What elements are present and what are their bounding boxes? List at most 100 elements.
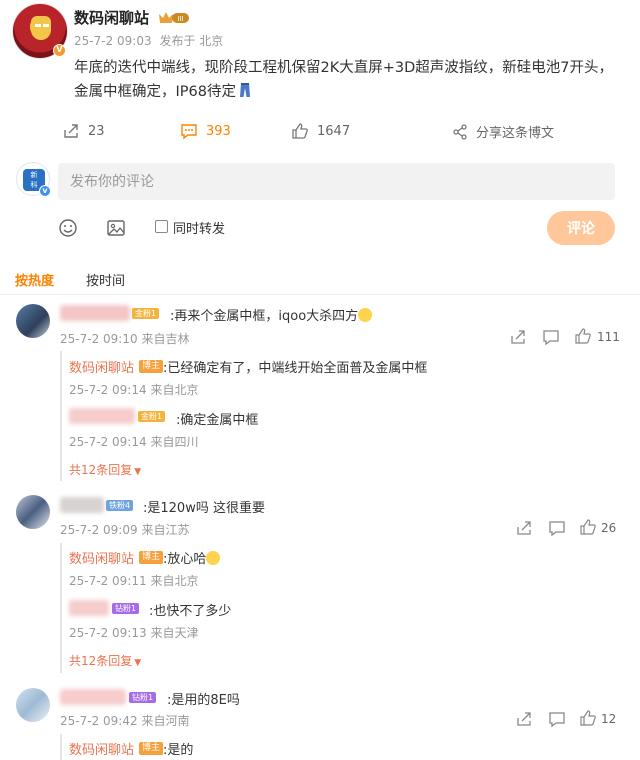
reply-thread-bar [60, 351, 62, 481]
repost-count: 23 [88, 123, 105, 139]
share-post-button[interactable]: 分享这条博文 [452, 122, 554, 141]
reply-text: :已经确定有了，中端线开始全面普及金属中框 [163, 361, 428, 376]
share-icon [64, 124, 78, 138]
reply-thread-bar [60, 734, 62, 760]
like-icon[interactable] [575, 328, 591, 344]
reply-icon[interactable] [543, 329, 559, 345]
like-button[interactable]: 1647 [291, 122, 350, 140]
reply-location: 来自四川 [150, 435, 199, 449]
commenter-avatar[interactable] [16, 688, 50, 722]
more-replies-label: 共12条回复 [69, 654, 133, 668]
share-icon[interactable] [516, 711, 532, 727]
blogger-tag: 博主 [139, 742, 164, 755]
mask-eye-left [35, 24, 41, 27]
reply-icon[interactable] [549, 520, 565, 536]
comment-text: :再来个金属中框，iqoo大杀四方 [170, 305, 373, 324]
reply-meta: 25-7-2 09:13 来自天津 [69, 624, 198, 641]
fan-level-badge: 铁粉4 [106, 500, 134, 511]
post-date: 25-7-2 09:03 [74, 34, 152, 48]
reply-text-content: :放心哈 [163, 552, 207, 567]
comment-count: 393 [206, 123, 231, 139]
post-location: 发布于 北京 [159, 34, 224, 48]
reply-meta: 25-7-2 09:14 来自北京 [69, 381, 198, 398]
divider [0, 294, 640, 295]
reply-meta: 25-7-2 09:14 来自四川 [69, 433, 198, 450]
reply-time: 25-7-2 09:14 [69, 435, 147, 449]
commenter-avatar[interactable] [16, 495, 50, 529]
forward-icon [453, 123, 467, 140]
commenter-avatar[interactable] [16, 304, 50, 338]
reply-time: 25-7-2 09:14 [69, 383, 147, 397]
image-icon[interactable] [106, 218, 126, 238]
mask-eye-right [43, 24, 49, 27]
view-more-replies-link[interactable]: 共12条回复 ▼ [69, 461, 141, 478]
svg-text:III: III [177, 15, 183, 23]
reply-location: 来自天津 [150, 626, 199, 640]
emoji-icon[interactable] [58, 218, 78, 238]
like-icon [292, 123, 308, 139]
like-icon[interactable] [580, 519, 596, 535]
cat-face-emoji-icon [358, 308, 373, 322]
commenter-name-redacted[interactable] [60, 497, 104, 513]
reply-text: :放心哈 [163, 548, 221, 567]
comment-meta: 25-7-2 09:09 来自江苏 [60, 521, 189, 538]
post-meta: 25-7-2 09:03 发布于 北京 [74, 32, 223, 49]
repost-checkbox-label[interactable]: 同时转发 [173, 218, 225, 237]
blogger-tag: 博主 [139, 360, 164, 373]
fan-level-badge: 金粉1 [132, 308, 160, 319]
comment-time: 25-7-2 09:09 [60, 523, 138, 537]
smile-emoji-icon [206, 551, 221, 565]
comment-location: 来自江苏 [141, 523, 190, 537]
sort-by-hot-tab[interactable]: 按热度 [15, 270, 54, 289]
reply-meta: 25-7-2 09:11 来自北京 [69, 572, 198, 589]
comment-meta: 25-7-2 09:10 来自吉林 [60, 330, 189, 347]
comment-meta: 25-7-2 09:42 来自河南 [60, 712, 189, 729]
reply-time: 25-7-2 09:11 [69, 574, 147, 588]
submit-comment-button[interactable]: 评论 [547, 211, 615, 245]
comment-text: :是120w吗 这很重要 [143, 501, 265, 516]
reply-author-name-redacted[interactable] [69, 600, 109, 616]
reply-author-name[interactable]: 数码闲聊站 [69, 548, 134, 567]
share-label: 分享这条博文 [476, 126, 555, 141]
reply-thread-bar [60, 543, 62, 673]
comment-input[interactable] [58, 163, 615, 200]
like-count: 1647 [317, 123, 351, 139]
share-icon[interactable] [510, 329, 526, 345]
jeans-emoji-icon [239, 83, 250, 97]
reply-location: 来自北京 [150, 383, 199, 397]
reply-text: :是的 [163, 743, 194, 758]
comment-location: 来自河南 [141, 714, 190, 728]
fan-level-badge: 钻粉1 [129, 692, 157, 703]
sort-by-time-tab[interactable]: 按时间 [86, 270, 125, 289]
fan-level-badge: 钻粉1 [112, 603, 140, 614]
reply-location: 来自北京 [150, 574, 199, 588]
commenter-name-redacted[interactable] [60, 305, 130, 321]
repost-button[interactable]: 23 [62, 122, 105, 140]
comment-like-count: 111 [597, 330, 620, 344]
post-body: 年底的迭代中端线，现阶段工程机保留2K大直屏+3D超声波指纹，新硅电池7开头，金… [74, 56, 614, 104]
verified-icon: V [53, 44, 66, 57]
reply-author-name[interactable]: 数码闲聊站 [69, 357, 134, 376]
blogger-tag: 博主 [139, 551, 164, 564]
comment-button[interactable]: 393 [180, 122, 231, 140]
view-more-replies-link[interactable]: 共12条回复 ▼ [69, 652, 141, 669]
reply-icon[interactable] [549, 711, 565, 727]
comment-text: :是用的8E吗 [167, 693, 240, 708]
post-author-avatar[interactable]: V [12, 3, 68, 59]
more-replies-label: 共12条回复 [69, 463, 133, 477]
repost-checkbox[interactable] [155, 220, 168, 233]
reply-author-name-redacted[interactable] [69, 408, 135, 424]
crown-level-badge-icon: III [159, 12, 189, 23]
comment-time: 25-7-2 09:10 [60, 332, 138, 346]
comment-icon [181, 124, 197, 140]
like-icon[interactable] [580, 710, 596, 726]
caret-down-icon: ▼ [134, 658, 142, 668]
post-author-name[interactable]: 数码闲聊站 [74, 7, 149, 28]
verified-icon: v [39, 185, 51, 197]
reply-text: :确定金属中框 [176, 413, 259, 428]
commenter-name-redacted[interactable] [60, 689, 126, 705]
current-user-avatar[interactable]: 新科 v [16, 162, 51, 197]
reply-author-name[interactable]: 数码闲聊站 [69, 739, 134, 758]
post-text: 年底的迭代中端线，现阶段工程机保留2K大直屏+3D超声波指纹，新硅电池7开头，金… [74, 60, 613, 100]
share-icon[interactable] [516, 520, 532, 536]
